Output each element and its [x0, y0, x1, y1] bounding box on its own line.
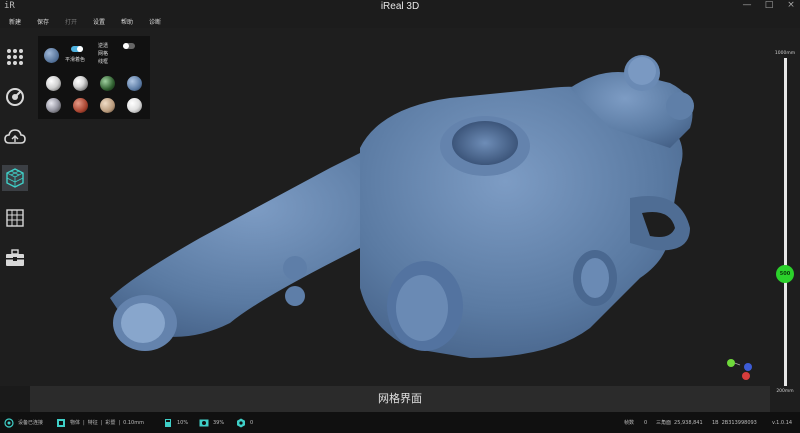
- scan-mode-status: 物体 | 特征 | 彩暨 | 0.10mm: [56, 412, 144, 433]
- material-swatch-chrome[interactable]: [73, 76, 88, 91]
- minimize-button[interactable]: —: [742, 0, 752, 10]
- cloud-icon: [4, 129, 26, 144]
- mode-label: 网格界面: [30, 386, 770, 412]
- maximize-button[interactable]: □: [764, 0, 774, 10]
- material-swatch-pearl[interactable]: [127, 98, 142, 113]
- window-controls: — □ ×: [742, 0, 796, 10]
- version-status: v.1.0.14: [772, 419, 793, 426]
- tool-toolbox[interactable]: [2, 245, 28, 271]
- mesh-icon: [6, 168, 24, 188]
- count-status: 0: [236, 412, 253, 433]
- material-swatch-green[interactable]: [100, 76, 115, 91]
- menu-help[interactable]: 帮助: [121, 17, 149, 26]
- axis-gizmo: [727, 359, 752, 380]
- material-panel: 平滑着色 逆透 网格 线框: [38, 36, 150, 119]
- device-connected-icon: [4, 417, 14, 428]
- slider-knob[interactable]: 500: [776, 265, 794, 284]
- menu-diagnose[interactable]: 诊断: [149, 17, 177, 26]
- tool-scan[interactable]: [2, 84, 28, 110]
- option-toggle[interactable]: [123, 43, 135, 49]
- option-label: 网格: [98, 51, 109, 57]
- menu-new[interactable]: 新建: [9, 17, 37, 26]
- scan-icon: [6, 88, 24, 106]
- triangles-status: 三角面 25,938,841: [656, 419, 703, 427]
- close-button[interactable]: ×: [786, 0, 796, 10]
- cpu-icon: [199, 419, 209, 426]
- material-swatch-silver[interactable]: [46, 76, 61, 91]
- slider-max-label: 1000mm: [774, 51, 796, 56]
- memory-status: 10%: [163, 412, 188, 433]
- current-material-swatch[interactable]: [44, 48, 59, 63]
- material-swatch-bronze[interactable]: [100, 98, 115, 113]
- left-toolbar: [0, 28, 30, 386]
- resolution-value: 0.10mm: [123, 419, 144, 426]
- menu-save[interactable]: 保存: [37, 17, 65, 26]
- tool-grid-dots[interactable]: [2, 44, 28, 70]
- slider-min-label: 200mm: [776, 389, 794, 394]
- mode-item[interactable]: 特征: [88, 419, 98, 426]
- material-swatch-steel[interactable]: [46, 98, 61, 113]
- smooth-shading-label: 平滑着色: [65, 57, 86, 63]
- menu-bar: 新建 保存 打开 设置 帮助 诊断: [0, 14, 800, 28]
- status-bar: 设备已连接 物体 | 特征 | 彩暨 | 0.10mm 10% 39% 0 帧数…: [0, 412, 800, 433]
- option-label: 线框: [98, 59, 109, 65]
- memory-icon: [165, 418, 171, 427]
- option-label: 逆透: [98, 43, 109, 49]
- mode-item[interactable]: 物体: [70, 419, 80, 426]
- tool-mesh[interactable]: [2, 165, 28, 191]
- distance-slider-panel: 1000mm 500 200mm: [770, 28, 800, 412]
- menu-open[interactable]: 打开: [65, 17, 93, 26]
- mode-item[interactable]: 彩暨: [105, 419, 115, 426]
- cpu-status: 39%: [199, 412, 224, 433]
- menu-settings[interactable]: 设置: [93, 17, 121, 26]
- hexagon-icon: [237, 418, 245, 427]
- grid-dots-icon: [7, 49, 23, 65]
- tool-table[interactable]: [2, 205, 28, 231]
- slider-value: 500: [779, 271, 791, 278]
- table-icon: [6, 209, 24, 227]
- viewport-3d[interactable]: 平滑着色 逆透 网格 线框: [30, 28, 770, 386]
- title-bar: iR iReal 3D — □ ×: [0, 0, 800, 14]
- slider-track[interactable]: [784, 58, 787, 386]
- device-status: 设备已连接: [4, 412, 43, 433]
- window-title: iReal 3D: [380, 1, 420, 12]
- scan-mode-icon: [57, 418, 65, 427]
- smooth-shading-toggle[interactable]: [71, 46, 83, 52]
- frames-status: 帧数 0: [624, 419, 648, 427]
- toolbox-icon: [6, 249, 24, 266]
- material-swatch-red[interactable]: [73, 98, 88, 113]
- points-status: 1B 2B313998093: [712, 419, 757, 426]
- material-swatch-blue[interactable]: [127, 76, 142, 91]
- tool-cloud[interactable]: [2, 124, 28, 150]
